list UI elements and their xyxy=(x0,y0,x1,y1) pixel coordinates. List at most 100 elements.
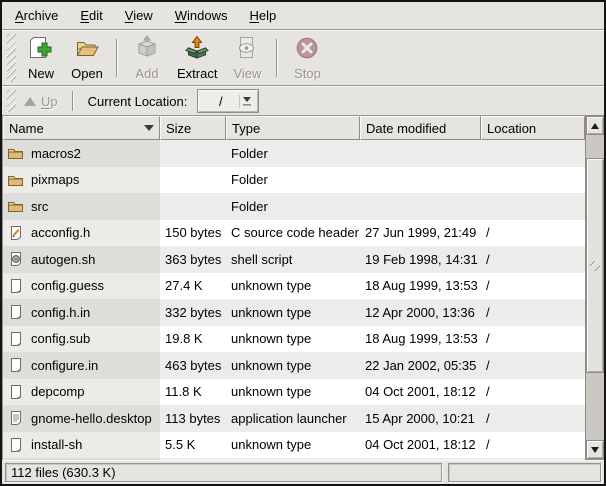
plain-file-icon xyxy=(7,277,24,294)
file-date xyxy=(360,458,481,460)
extract-button[interactable]: Extract xyxy=(170,33,224,84)
file-type: unknown type xyxy=(226,273,360,300)
file-list: macros2 Folder pixmaps Folder src Folder xyxy=(3,140,585,460)
file-name-cell: gnome-hello.desktop xyxy=(3,405,160,432)
table-row[interactable]: gnome-hello.desktop 113 bytes applicatio… xyxy=(3,405,585,432)
status-secondary-frame xyxy=(448,463,601,482)
column-header-type[interactable]: Type xyxy=(226,116,360,140)
file-date xyxy=(360,193,481,220)
file-type: Folder xyxy=(226,167,360,194)
folder-icon xyxy=(7,171,24,188)
menubar: Archive Edit View Windows Help xyxy=(2,2,604,29)
add-files-icon xyxy=(134,35,160,64)
folder-icon xyxy=(7,145,24,162)
file-location xyxy=(481,140,585,167)
plain-file-icon xyxy=(7,357,24,374)
file-name: install-sh xyxy=(31,437,82,452)
file-date xyxy=(360,167,481,194)
column-header-size[interactable]: Size xyxy=(160,116,226,140)
file-type: unknown type xyxy=(226,432,360,459)
table-row[interactable]: config.h.in 332 bytes unknown type 12 Ap… xyxy=(3,299,585,326)
file-name-cell: configure.in xyxy=(3,352,160,379)
file-name: configure.in xyxy=(31,358,98,373)
file-date: 22 Jan 2002, 05:35 xyxy=(360,352,481,379)
menu-windows[interactable]: Windows xyxy=(164,4,239,27)
file-size: 363 bytes xyxy=(160,246,226,273)
folder-icon xyxy=(7,198,24,215)
file-size xyxy=(160,140,226,167)
menu-edit[interactable]: Edit xyxy=(69,4,113,27)
file-date: 15 Apr 2000, 10:21 xyxy=(360,405,481,432)
file-location xyxy=(481,193,585,220)
file-name: macros2 xyxy=(31,146,81,161)
file-name: config.sub xyxy=(31,331,90,346)
location-combo[interactable]: / xyxy=(197,89,259,113)
table-row[interactable] xyxy=(3,458,585,460)
file-name: depcomp xyxy=(31,384,84,399)
table-row[interactable]: depcomp 11.8 K unknown type 04 Oct 2001,… xyxy=(3,379,585,406)
file-type: shell script xyxy=(226,246,360,273)
menu-help[interactable]: Help xyxy=(238,4,287,27)
location-combo-value: / xyxy=(202,94,239,109)
file-type xyxy=(226,458,360,460)
table-row[interactable]: install-sh 5.5 K unknown type 04 Oct 200… xyxy=(3,432,585,459)
column-header-name[interactable]: Name xyxy=(3,116,160,140)
file-type: application launcher xyxy=(226,405,360,432)
view-file-icon xyxy=(234,35,260,64)
scrollbar-grip xyxy=(590,261,600,271)
file-location: / xyxy=(481,220,585,247)
new-button[interactable]: New xyxy=(18,33,64,84)
vertical-scrollbar[interactable] xyxy=(585,115,604,460)
file-location: / xyxy=(481,379,585,406)
file-name-cell: acconfig.h xyxy=(3,220,160,247)
location-bar: Up Current Location: / xyxy=(2,87,604,115)
scrollbar-thumb[interactable] xyxy=(586,158,604,373)
up-arrow-icon xyxy=(24,97,36,106)
file-name-cell: config.guess xyxy=(3,273,160,300)
table-row[interactable]: macros2 Folder xyxy=(3,140,585,167)
file-name-cell: depcomp xyxy=(3,379,160,406)
file-size: 27.4 K xyxy=(160,273,226,300)
file-name-cell: install-sh xyxy=(3,432,160,459)
statusbar: 112 files (630.3 K) xyxy=(2,460,604,484)
file-location: / xyxy=(481,299,585,326)
file-name: src xyxy=(31,199,48,214)
archive-manager-window: Archive Edit View Windows Help New Open … xyxy=(0,0,606,486)
file-name: autogen.sh xyxy=(31,252,95,267)
column-header-location[interactable]: Location xyxy=(481,116,585,140)
file-size: 5.5 K xyxy=(160,432,226,459)
table-row[interactable]: config.guess 27.4 K unknown type 18 Aug … xyxy=(3,273,585,300)
open-button[interactable]: Open xyxy=(64,33,110,84)
plain-file-icon xyxy=(7,436,24,453)
table-row[interactable]: src Folder xyxy=(3,193,585,220)
file-list-area: Name Size Type Date modified Location ma… xyxy=(2,115,604,460)
table-row[interactable]: acconfig.h 150 bytes C source code heade… xyxy=(3,220,585,247)
location-bar-drag-handle[interactable] xyxy=(7,90,16,112)
file-name-cell: src xyxy=(3,193,160,220)
table-row[interactable]: autogen.sh 363 bytes shell script 19 Feb… xyxy=(3,246,585,273)
up-button: Up xyxy=(18,92,66,111)
file-location: / xyxy=(481,432,585,459)
toolbar-drag-handle[interactable] xyxy=(7,34,16,82)
file-name: pixmaps xyxy=(31,172,79,187)
combo-dropdown-icon[interactable] xyxy=(239,95,254,108)
file-date: 27 Jun 1999, 21:49 xyxy=(360,220,481,247)
file-date: 04 Oct 2001, 18:12 xyxy=(360,432,481,459)
menu-view[interactable]: View xyxy=(114,4,164,27)
table-row[interactable]: pixmaps Folder xyxy=(3,167,585,194)
file-date: 04 Oct 2001, 18:12 xyxy=(360,379,481,406)
toolbar: New Open Add Extract xyxy=(2,31,604,85)
file-size: 19.8 K xyxy=(160,326,226,353)
file-type: Folder xyxy=(226,140,360,167)
plain-file-icon xyxy=(7,304,24,321)
file-name: config.h.in xyxy=(31,305,90,320)
scroll-up-icon xyxy=(591,123,599,129)
scroll-up-button[interactable] xyxy=(586,116,604,135)
scroll-down-button[interactable] xyxy=(586,440,604,459)
menu-archive[interactable]: Archive xyxy=(4,4,69,27)
file-date xyxy=(360,140,481,167)
column-header-date-modified[interactable]: Date modified xyxy=(360,116,481,140)
file-type: Folder xyxy=(226,193,360,220)
table-row[interactable]: configure.in 463 bytes unknown type 22 J… xyxy=(3,352,585,379)
table-row[interactable]: config.sub 19.8 K unknown type 18 Aug 19… xyxy=(3,326,585,353)
